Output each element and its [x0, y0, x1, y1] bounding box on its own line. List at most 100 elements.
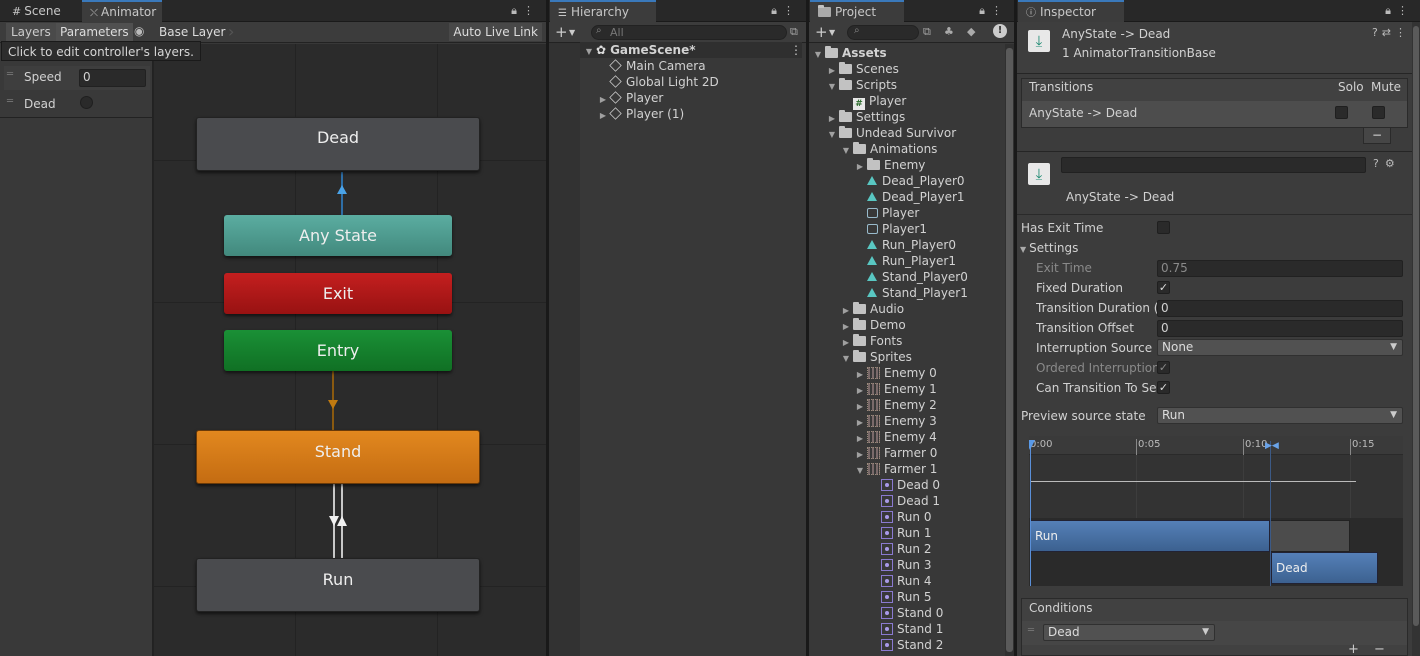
- param-row-speed[interactable]: ═ Speed 0: [4, 66, 150, 90]
- project-scrollbar[interactable]: [1005, 44, 1014, 656]
- chevron-down-icon[interactable]: ▼: [827, 79, 837, 95]
- panel-menu-icons[interactable]: 🔒︎⋮: [1385, 0, 1414, 22]
- has-exit-time-checkbox[interactable]: [1157, 221, 1170, 234]
- project-item[interactable]: Player1: [855, 221, 927, 237]
- transition-offset-field[interactable]: 0: [1157, 320, 1403, 337]
- project-item[interactable]: ▶ Enemy 4: [855, 429, 937, 445]
- project-item[interactable]: Stand_Player0: [855, 269, 968, 285]
- drag-handle-icon[interactable]: ═: [7, 69, 13, 80]
- project-item[interactable]: ▶ Scenes: [827, 61, 899, 77]
- project-item[interactable]: Run 0: [869, 509, 931, 525]
- project-item[interactable]: ▶ Farmer 0: [855, 445, 937, 461]
- parameters-button[interactable]: Parameters: [56, 23, 133, 41]
- remove-condition-icon[interactable]: −: [1374, 643, 1385, 656]
- state-graph[interactable]: Dead Any State Exit Entry Stand Run: [153, 44, 546, 656]
- chevron-down-icon[interactable]: ▼: [584, 44, 594, 60]
- remove-transition-button[interactable]: −: [1363, 128, 1391, 144]
- project-item[interactable]: ▶ Enemy 0: [855, 365, 937, 381]
- speed-value-field[interactable]: 0: [79, 69, 146, 87]
- chevron-down-icon[interactable]: ▼: [569, 22, 575, 43]
- project-item[interactable]: ▶ Enemy 1: [855, 381, 937, 397]
- scene-search-icon[interactable]: ⧉: [790, 25, 798, 39]
- param-name-dead[interactable]: Dead: [24, 97, 56, 111]
- dest-state-bar[interactable]: Dead: [1271, 552, 1378, 584]
- project-item[interactable]: Dead_Player1: [855, 189, 965, 205]
- header-tool-icons[interactable]: ?⇄⋮: [1372, 26, 1410, 39]
- can-transition-checkbox[interactable]: ✓: [1157, 381, 1170, 394]
- project-item[interactable]: ▶ Settings: [827, 109, 905, 125]
- project-item[interactable]: ▶ Enemy: [855, 157, 925, 173]
- state-exit[interactable]: Exit: [224, 273, 452, 314]
- ordered-interruption-checkbox[interactable]: ✓: [1157, 361, 1170, 374]
- chevron-down-icon[interactable]: ▼: [841, 143, 851, 159]
- drag-handle-icon[interactable]: ═: [1028, 625, 1034, 636]
- hierarchy-item[interactable]: ▶ Player (1): [598, 106, 684, 122]
- project-item[interactable]: ▶ Enemy 2: [855, 397, 937, 413]
- hierarchy-item[interactable]: Global Light 2D: [598, 74, 719, 90]
- auto-live-link-button[interactable]: Auto Live Link: [449, 23, 542, 41]
- project-item[interactable]: ▼ Sprites: [841, 349, 912, 365]
- project-item[interactable]: ▼ Assets: [813, 45, 887, 61]
- transition-name-field[interactable]: [1061, 157, 1366, 173]
- scene-menu-icon[interactable]: ⋮: [790, 42, 802, 58]
- selected-transition-arrow[interactable]: [337, 185, 347, 194]
- project-scroll-thumb[interactable]: [1006, 48, 1013, 652]
- dead-bool-radio[interactable]: [80, 96, 93, 109]
- project-item[interactable]: Run_Player1: [855, 253, 956, 269]
- state-dead[interactable]: Dead: [196, 117, 480, 171]
- project-item[interactable]: Run_Player0: [855, 237, 956, 253]
- tab-inspector[interactable]: ⓘ Inspector: [1018, 0, 1124, 22]
- project-item[interactable]: Player: [855, 205, 919, 221]
- inspector-scrollbar[interactable]: [1412, 22, 1420, 656]
- project-item[interactable]: Run 5: [869, 589, 931, 605]
- stand-to-run-arrow[interactable]: [329, 516, 339, 526]
- project-item[interactable]: Stand 1: [869, 621, 943, 637]
- filter-type-icon[interactable]: ♣: [944, 25, 954, 38]
- info-icon[interactable]: !: [993, 24, 1007, 38]
- add-icon[interactable]: +: [555, 22, 568, 42]
- solo-checkbox[interactable]: [1335, 106, 1348, 119]
- project-item[interactable]: ▼ Animations: [841, 141, 937, 157]
- tab-scene[interactable]: # Scene: [4, 0, 69, 22]
- exit-time-field[interactable]: 0.75: [1157, 260, 1403, 277]
- transition-duration-field[interactable]: 0: [1157, 300, 1403, 317]
- project-item[interactable]: ▼ Farmer 1: [855, 461, 937, 477]
- breadcrumb[interactable]: Base Layer: [153, 23, 234, 41]
- tab-animator[interactable]: ⤬ Animator: [82, 0, 162, 22]
- source-state-bar[interactable]: Run: [1030, 520, 1270, 552]
- project-item[interactable]: Stand 2: [869, 637, 943, 653]
- hierarchy-item[interactable]: ▼ ✿ GameScene*: [580, 42, 802, 58]
- tab-hierarchy[interactable]: ☰ Hierarchy: [550, 0, 656, 22]
- drag-handle-icon[interactable]: ═: [7, 96, 13, 107]
- project-item[interactable]: Dead 0: [869, 477, 940, 493]
- project-item[interactable]: ▼ Scripts: [827, 77, 897, 93]
- project-item[interactable]: ▼ Undead Survivor: [827, 125, 956, 141]
- chevron-down-icon[interactable]: ▼: [829, 22, 835, 43]
- filter-label-icon[interactable]: ◆: [967, 25, 975, 38]
- state-entry[interactable]: Entry: [224, 330, 452, 371]
- project-item[interactable]: Dead 1: [869, 493, 940, 509]
- settings-foldout[interactable]: ▼ Settings: [1020, 238, 1078, 258]
- project-item[interactable]: Run 2: [869, 541, 931, 557]
- project-item[interactable]: Stand_Player1: [855, 285, 968, 301]
- eye-icon[interactable]: ◉: [134, 24, 144, 38]
- transition-timeline[interactable]: 0:00 0:05 0:10 0:15 Run Dead ▶◀: [1029, 436, 1403, 586]
- state-stand[interactable]: Stand: [196, 430, 480, 484]
- layers-button[interactable]: Layers: [6, 23, 56, 41]
- entry-transition-arrow[interactable]: [328, 400, 338, 409]
- chevron-down-icon[interactable]: ▼: [841, 351, 851, 367]
- add-icon[interactable]: +: [815, 22, 828, 42]
- transition-list-item[interactable]: AnyState -> Dead: [1022, 101, 1407, 127]
- detail-tool-icons[interactable]: ?⚙: [1373, 157, 1401, 170]
- project-item[interactable]: Run 3: [869, 557, 931, 573]
- panel-menu-icons[interactable]: 🔒︎⋮: [979, 0, 1008, 22]
- panel-menu-icons[interactable]: 🔒︎⋮: [511, 0, 540, 22]
- hierarchy-item[interactable]: ▶ Player: [598, 90, 663, 106]
- state-any-state[interactable]: Any State: [224, 215, 452, 256]
- condition-parameter-dropdown[interactable]: Dead ▼: [1043, 624, 1215, 641]
- panel-menu-icons[interactable]: 🔒︎⋮: [771, 0, 800, 22]
- preview-source-dropdown[interactable]: Run ▼: [1157, 407, 1403, 424]
- run-to-stand-arrow[interactable]: [337, 516, 347, 526]
- state-run[interactable]: Run: [196, 558, 480, 612]
- project-item[interactable]: ▶ Enemy 3: [855, 413, 937, 429]
